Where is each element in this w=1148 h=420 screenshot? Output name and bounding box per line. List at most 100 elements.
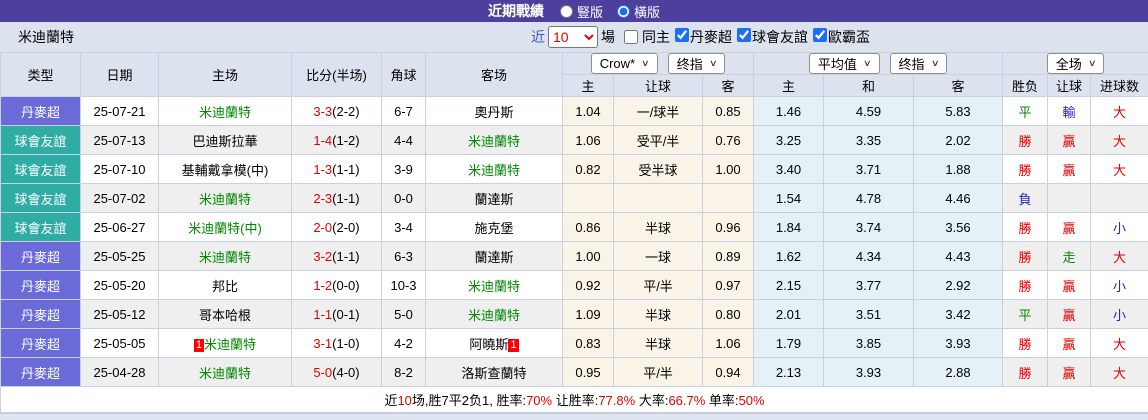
match-type-badge: 球會友誼 [0,212,81,242]
avg-company-select[interactable]: 平均值 ∨ [808,53,880,74]
home-team-name[interactable]: 巴迪斯拉華 [192,134,257,149]
result-wdl: 平 [1002,299,1048,329]
away-redcard-badge: 1 [508,338,519,352]
result-handicap: 贏 [1047,299,1091,329]
horizontal-layout-option[interactable]: 橫版 [617,2,660,21]
crow-line-select[interactable]: 终指 ∨ [667,53,726,74]
team-name[interactable]: 米迪蘭特 [18,27,74,47]
corner-count: 0-0 [381,183,426,213]
away-team-name[interactable]: 洛斯查蘭特 [461,366,526,381]
score-cell: 3-1(1-0) [291,328,382,358]
league-checkbox-friendly[interactable] [737,28,751,42]
fulltime-score: 5-0 [313,364,333,380]
same-home-checkbox[interactable] [624,30,638,44]
match-count-select[interactable]: 10 [548,26,598,48]
result-wdl: 勝 [1002,212,1048,242]
table-row: 球會友誼 25-07-02 米迪蘭特 2-3(1-1) 0-0 蘭達斯 1.54… [0,183,1148,213]
away-team-name[interactable]: 米迪蘭特 [468,279,520,294]
vertical-layout-label: 豎版 [576,4,603,20]
away-team-name[interactable]: 米迪蘭特 [468,163,520,178]
avg-home-odds: 2.13 [753,357,824,387]
result-wdl: 勝 [1002,125,1048,155]
layout-radio-group: 豎版 橫版 [559,2,660,21]
league-checkbox-europa[interactable] [813,28,827,42]
fullmatch-scope-label: 全场 [1055,57,1082,72]
home-team-name[interactable]: 基輔戴拿模(中) [182,163,269,178]
avg-line-select[interactable]: 终指 ∨ [889,53,948,74]
home-team-name[interactable]: 米迪蘭特 [199,192,251,207]
home-team-cell: 米迪蘭特 [158,183,292,213]
home-team-cell: 米迪蘭特 [158,357,292,387]
crow-company-label: Crow* [599,56,636,71]
home-team-name[interactable]: 米迪蘭特(中) [188,221,262,236]
away-team-cell: 施克堡 [425,212,563,242]
crow-company-select[interactable]: Crow* ∨ [590,53,658,74]
crow-handicap-line: 半球 [613,328,703,358]
result-goals: 大 [1089,125,1148,155]
corner-count: 3-4 [381,212,426,242]
summary-text: 近10场,胜7平2负1, 胜率:70% 让胜率:77.8% 大率:66.7% 单… [0,386,1148,413]
avg-home-odds: 2.01 [753,299,824,329]
vertical-layout-option[interactable]: 豎版 [559,2,603,21]
away-team-name[interactable]: 米迪蘭特 [468,308,520,323]
crow-home-col: 主 [562,74,614,97]
filter-bar: 米迪蘭特 近 10 場 同主 丹麥超 球會友誼 歐霸盃 [0,22,1148,52]
result-handicap: 贏 [1047,328,1091,358]
fullmatch-scope-select[interactable]: 全场 ∨ [1046,53,1105,74]
home-team-name[interactable]: 哥本哈根 [199,308,251,323]
crow-handicap-line: 平/半 [613,357,703,387]
col-header-type: 类型 [0,52,81,97]
home-team-name[interactable]: 邦比 [212,279,238,294]
result-wdl: 勝 [1002,154,1048,184]
fulltime-score: 1-3 [313,161,333,177]
away-team-name[interactable]: 奧丹斯 [474,105,513,120]
result-handicap: 贏 [1047,357,1091,387]
avg-away-col: 客 [913,74,1003,97]
home-team-name[interactable]: 米迪蘭特 [204,337,256,352]
crow-away-odds: 0.76 [702,125,754,155]
away-team-name[interactable]: 米迪蘭特 [468,134,520,149]
match-date: 25-05-12 [80,299,159,329]
crow-handicap-line: 一/球半 [613,96,703,126]
home-team-name[interactable]: 米迪蘭特 [199,250,251,265]
away-team-name[interactable]: 蘭達斯 [474,250,513,265]
away-team-name[interactable]: 施克堡 [474,221,513,236]
away-team-name[interactable]: 蘭達斯 [474,192,513,207]
fulltime-score: 1-2 [313,277,333,293]
league-label-friendly: 球會友誼 [752,29,808,45]
result-handicap: 贏 [1047,270,1091,300]
away-team-name[interactable]: 阿曉斯 [469,337,508,352]
home-team-name[interactable]: 米迪蘭特 [199,105,251,120]
home-team-cell: 米迪蘭特 [158,96,292,126]
horizontal-layout-radio[interactable] [617,4,630,18]
horizontal-layout-label: 橫版 [634,4,661,20]
chevron-down-icon: ∨ [930,58,940,68]
avg-draw-odds: 3.85 [823,328,914,358]
avg-away-odds: 2.92 [913,270,1003,300]
crow-handicap-line [613,183,703,213]
avg-draw-odds: 4.78 [823,183,914,213]
avg-home-odds: 3.25 [753,125,824,155]
vertical-layout-radio[interactable] [559,4,573,18]
title-bar: 近期戰績 豎版 橫版 [0,0,1148,22]
result-handicap: 贏 [1047,154,1091,184]
chevron-down-icon: ∨ [708,58,718,68]
home-team-cell: 米迪蘭特(中) [158,212,292,242]
crow-home-odds: 0.83 [562,328,614,358]
result-handicap: 贏 [1047,212,1091,242]
result-goals: 小 [1089,212,1148,242]
away-team-cell: 蘭達斯 [425,183,563,213]
away-team-cell: 奧丹斯 [425,96,563,126]
fulltime-score: 3-3 [313,103,333,119]
corner-count: 4-2 [381,328,426,358]
table-row: 球會友誼 25-07-10 基輔戴拿模(中) 1-3(1-1) 3-9 米迪蘭特… [0,154,1148,184]
home-team-name[interactable]: 米迪蘭特 [199,366,251,381]
league-checkbox-danish[interactable] [675,28,689,42]
result-wdl: 勝 [1002,357,1048,387]
avg-draw-odds: 3.71 [823,154,914,184]
result-goals-col: 进球数 [1089,74,1148,97]
summary-row: 近10场,胜7平2负1, 胜率:70% 让胜率:77.8% 大率:66.7% 单… [0,386,1148,413]
recent-results-panel: 近期戰績 豎版 橫版 米迪蘭特 近 10 場 同主 丹麥超 球會友誼 歐霸盃 类… [0,0,1148,420]
match-type-badge: 球會友誼 [0,125,81,155]
avg-away-odds: 3.42 [913,299,1003,329]
